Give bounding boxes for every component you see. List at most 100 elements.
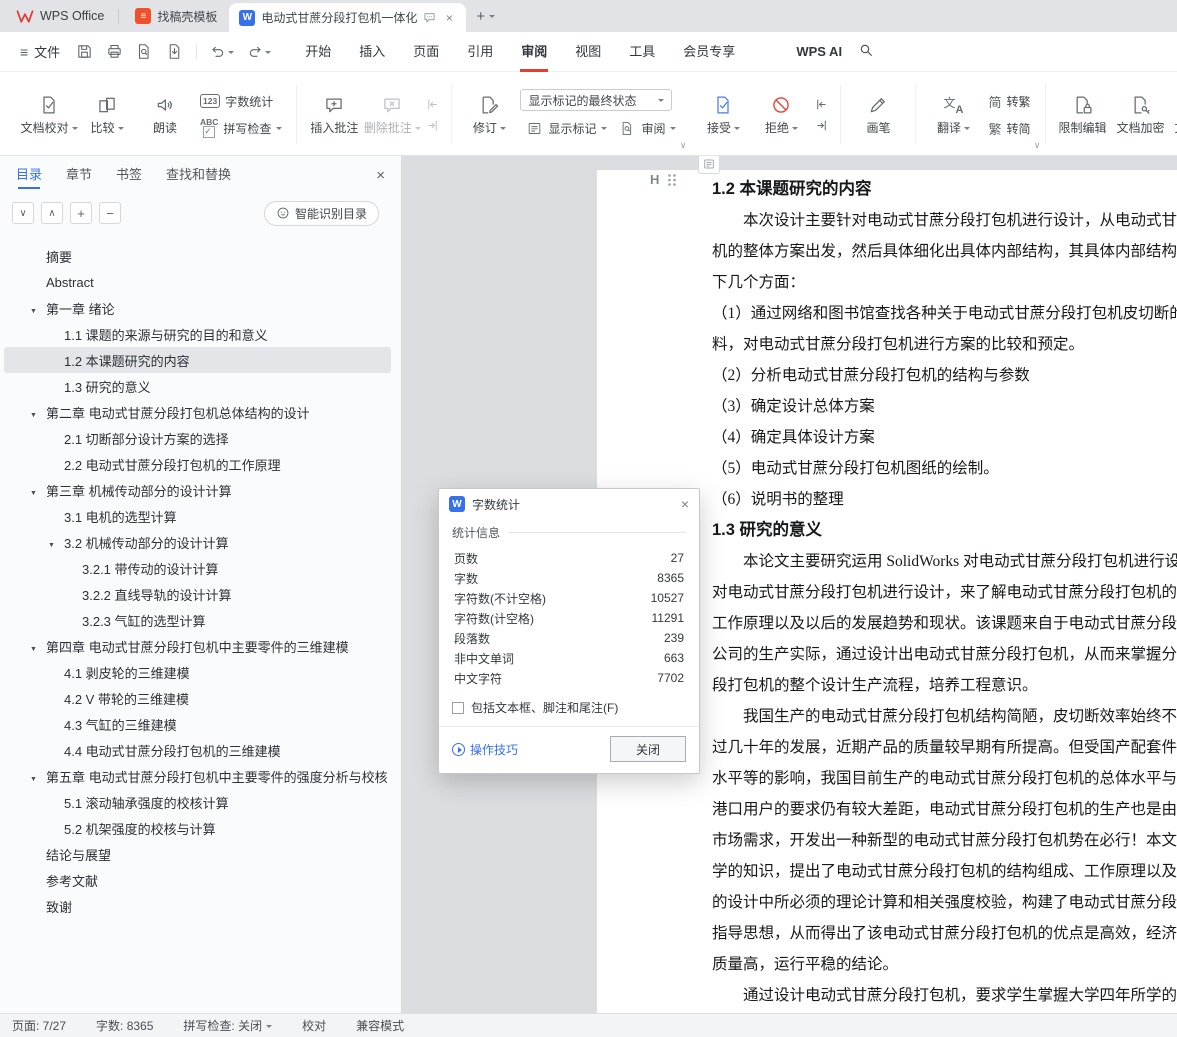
search-icon[interactable] xyxy=(858,42,874,61)
toc-item[interactable]: 4.4 电动式甘蔗分段打包机的三维建模 xyxy=(4,737,391,763)
dialog-titlebar[interactable]: W 字数统计 xyxy=(439,489,699,519)
to-simplified-button[interactable]: 繁 转简 xyxy=(982,116,1036,140)
toc-item[interactable]: 2.1 切断部分设计方案的选择 xyxy=(4,425,391,451)
close-pane-icon[interactable] xyxy=(376,167,385,184)
chevron-down-icon[interactable] xyxy=(265,50,272,57)
ribbon-tab[interactable]: 页面 xyxy=(399,32,453,72)
group-expand-icon[interactable] xyxy=(1034,140,1041,151)
proofread-indicator[interactable]: 校对 xyxy=(302,1017,326,1034)
floating-tool-button[interactable] xyxy=(698,156,720,174)
accept-button[interactable]: 接受 xyxy=(694,91,752,138)
group-expand-icon[interactable] xyxy=(680,140,687,151)
expand-triangle-icon[interactable] xyxy=(30,405,46,420)
expand-triangle-icon[interactable] xyxy=(30,301,46,316)
previous-change-icon[interactable] xyxy=(810,95,832,113)
word-count-button[interactable]: 123 字数统计 xyxy=(194,89,288,113)
document-tab[interactable]: 电动式甘蔗分段打包机一体化 xyxy=(229,3,467,32)
ribbon-tab[interactable]: 会员专享 xyxy=(669,32,749,72)
navigation-tab[interactable]: 目录 xyxy=(16,156,42,194)
insert-comment-button[interactable]: 插入批注 xyxy=(305,91,363,138)
file-menu-button[interactable]: 文件 xyxy=(12,42,68,61)
ribbon-tab[interactable]: 视图 xyxy=(561,32,615,72)
proofread-button[interactable]: 文档校对 xyxy=(20,91,78,138)
toc-item[interactable]: 4.2 V 带轮的三维建模 xyxy=(4,685,391,711)
ribbon-tab[interactable]: 审阅 xyxy=(507,32,561,72)
expand-triangle-icon[interactable] xyxy=(48,535,64,550)
toc-item[interactable]: 第五章 电动式甘蔗分段打包机中主要零件的强度分析与校核 xyxy=(4,763,391,789)
spell-check-button[interactable]: ABC ✓ 拼写检查 xyxy=(194,116,288,140)
close-tab-icon[interactable] xyxy=(442,11,456,25)
zoom-in-outline-button[interactable] xyxy=(70,202,92,224)
toc-item[interactable]: 3.2.1 带传动的设计计算 xyxy=(4,555,391,581)
toc-item[interactable]: 结论与展望 xyxy=(4,841,391,867)
toc-item[interactable]: 3.2.2 直线导轨的设计计算 xyxy=(4,581,391,607)
save-button[interactable] xyxy=(76,43,93,60)
toc-item[interactable]: 3.2.3 气缸的选型计算 xyxy=(4,607,391,633)
toc-item[interactable]: 参考文献 xyxy=(4,867,391,893)
track-changes-button[interactable]: 修订 xyxy=(460,91,518,138)
toc-item[interactable]: 摘要 xyxy=(4,243,391,269)
toc-item[interactable]: 3.1 电机的选型计算 xyxy=(4,503,391,529)
print-preview-button[interactable] xyxy=(136,43,153,60)
expand-triangle-icon[interactable] xyxy=(30,483,46,498)
chevron-down-icon[interactable] xyxy=(228,50,235,57)
ink-brush-button[interactable]: 画笔 xyxy=(849,91,907,138)
comment-bubble-icon[interactable] xyxy=(423,11,436,24)
include-footnotes-checkbox[interactable]: 包括文本框、脚注和尾注(F) xyxy=(452,699,686,716)
spell-check-indicator[interactable]: 拼写检查: 关闭 xyxy=(183,1017,273,1034)
toc-item[interactable]: 4.3 气缸的三维建模 xyxy=(4,711,391,737)
finalize-document-button[interactable]: 文档定稿 xyxy=(1170,91,1177,138)
toc-item[interactable]: 致谢 xyxy=(4,893,391,919)
tips-link[interactable]: 操作技巧 xyxy=(452,741,518,758)
checkbox-icon[interactable] xyxy=(452,701,464,714)
markup-state-dropdown[interactable]: 显示标记的最终状态 xyxy=(520,89,673,111)
redo-button[interactable] xyxy=(247,44,272,60)
compat-mode-indicator[interactable]: 兼容模式 xyxy=(356,1017,404,1034)
next-change-icon[interactable] xyxy=(810,116,832,134)
toc-item[interactable]: 2.2 电动式甘蔗分段打包机的工作原理 xyxy=(4,451,391,477)
review-button[interactable]: 审阅 xyxy=(613,116,682,140)
page-indicator[interactable]: 页面: 7/27 xyxy=(12,1017,66,1034)
toc-item[interactable]: 第二章 电动式甘蔗分段打包机总体结构的设计 xyxy=(4,399,391,425)
close-button[interactable]: 关闭 xyxy=(610,736,686,762)
toc-item[interactable]: 3.2 机械传动部分的设计计算 xyxy=(4,529,391,555)
navigation-tab[interactable]: 查找和替换 xyxy=(166,156,231,194)
toc-item[interactable]: 1.3 研究的意义 xyxy=(4,373,391,399)
tab-list-chevron-icon[interactable] xyxy=(489,15,496,21)
translate-button[interactable]: 文A 翻译 xyxy=(924,91,982,138)
expand-all-button[interactable] xyxy=(41,202,63,224)
heading-handle-widget[interactable]: H xyxy=(650,172,677,187)
expand-triangle-icon[interactable] xyxy=(30,639,46,654)
toc-item[interactable]: 第四章 电动式甘蔗分段打包机中主要零件的三维建模 xyxy=(4,633,391,659)
toc-item[interactable]: 第一章 绪论 xyxy=(4,295,391,321)
navigation-tab[interactable]: 章节 xyxy=(66,156,92,194)
toc-item[interactable]: 1.1 课题的来源与研究的目的和意义 xyxy=(4,321,391,347)
close-dialog-icon[interactable] xyxy=(681,496,689,512)
expand-triangle-icon[interactable] xyxy=(30,769,46,784)
drag-handle-icon[interactable] xyxy=(667,173,677,187)
reject-button[interactable]: 拒绝 xyxy=(752,91,810,138)
navigation-tab[interactable]: 书签 xyxy=(116,156,142,194)
read-aloud-button[interactable]: 朗读 xyxy=(136,91,194,138)
word-count-indicator[interactable]: 字数: 8365 xyxy=(96,1017,153,1034)
compare-button[interactable]: 比较 xyxy=(78,91,136,138)
wps-home-tab[interactable]: WPS Office xyxy=(6,4,114,28)
document-tab[interactable]: 找稿壳模板 xyxy=(123,0,229,32)
undo-button[interactable] xyxy=(210,44,235,60)
toc-item[interactable]: 5.2 机架强度的校核与计算 xyxy=(4,815,391,841)
ribbon-tab[interactable]: 引用 xyxy=(453,32,507,72)
print-button[interactable] xyxy=(106,43,123,60)
toc-item[interactable]: Abstract xyxy=(4,269,391,295)
toc-item[interactable]: 4.1 剥皮轮的三维建模 xyxy=(4,659,391,685)
show-markup-button[interactable]: 显示标记 xyxy=(520,116,613,140)
ribbon-tab[interactable]: 开始 xyxy=(291,32,345,72)
toc-item[interactable]: 第三章 机械传动部分的设计计算 xyxy=(4,477,391,503)
toc-item[interactable]: 5.1 滚动轴承强度的校核计算 xyxy=(4,789,391,815)
new-tab-button[interactable]: + xyxy=(476,8,485,25)
restrict-editing-button[interactable]: 限制编辑 xyxy=(1054,91,1112,138)
encrypt-document-button[interactable]: 文档加密 xyxy=(1112,91,1170,138)
zoom-out-outline-button[interactable] xyxy=(99,202,121,224)
toc-item[interactable]: 1.2 本课题研究的内容 xyxy=(4,347,391,373)
export-pdf-button[interactable] xyxy=(166,43,183,60)
smart-toc-button[interactable]: 智能识别目录 xyxy=(263,200,379,226)
